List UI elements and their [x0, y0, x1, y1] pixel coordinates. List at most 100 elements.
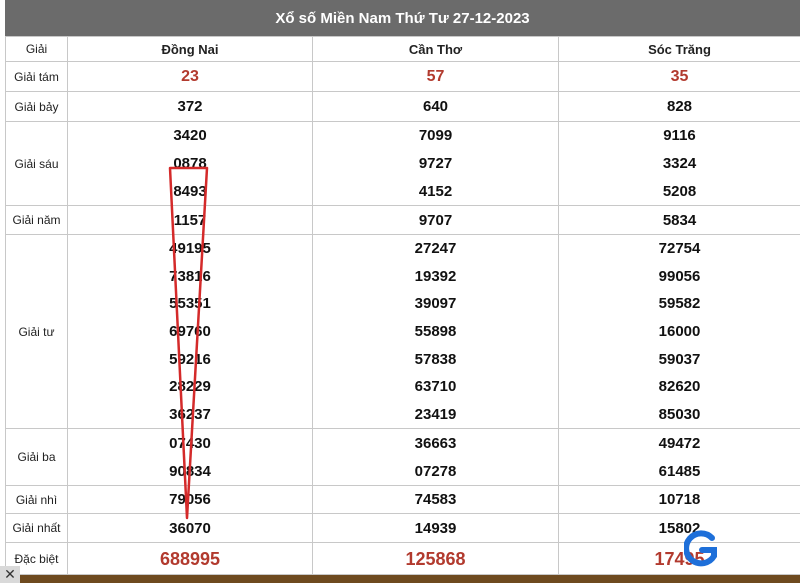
prize-number: 63710 — [414, 378, 457, 396]
prize-number: 74583 — [414, 491, 457, 508]
prize-number: 57838 — [414, 350, 457, 368]
prize-number: 125868 — [405, 548, 466, 569]
g-logo-icon — [684, 530, 717, 567]
prize-number: 72754 — [658, 240, 701, 258]
prize-cell: 3420 0878 8493 — [67, 122, 312, 205]
prize-number: 23419 — [414, 405, 457, 423]
province-header: Cần Thơ — [312, 37, 558, 61]
prize-number: 07430 — [169, 434, 211, 452]
prize-row: Giải tư 49195 73816 55351 69760 59216 28229 362… — [5, 235, 800, 429]
prize-number: 36663 — [414, 434, 457, 452]
prize-label: Giải tư — [5, 235, 67, 428]
prize-label: Giải nhì — [5, 486, 67, 513]
prize-number: 3420 — [173, 127, 207, 145]
prize-cell: 72754 99056 59582 16000 59037 82620 85030 — [558, 235, 800, 428]
prize-number: 9727 — [418, 154, 453, 172]
prize-cell: 74583 — [312, 486, 558, 513]
prize-number: 4152 — [418, 182, 453, 200]
prize-number: 99056 — [658, 267, 701, 285]
prize-number: 82620 — [658, 378, 701, 396]
prize-number: 3324 — [662, 154, 697, 172]
prize-row: Đặc biệt 688995 125868 17495 — [5, 543, 800, 575]
prize-row: Giải năm 1157 9707 5834 — [5, 206, 800, 235]
prize-cell: 49472 61485 — [558, 429, 800, 485]
prize-number: 9116 — [663, 127, 696, 145]
prize-number: 59582 — [658, 295, 701, 313]
close-icon[interactable]: ✕ — [0, 566, 20, 583]
prize-number: 49195 — [169, 240, 211, 258]
prize-cell: 35 — [558, 62, 800, 91]
prize-number: 5834 — [662, 211, 697, 229]
prize-number: 8493 — [173, 182, 207, 200]
prize-label: Giải sáu — [5, 122, 67, 205]
prize-number: 27247 — [414, 240, 457, 258]
prize-number: 39097 — [414, 295, 457, 313]
prize-cell: 36070 — [67, 514, 312, 542]
prize-number: 36237 — [169, 405, 211, 423]
prize-cell: 125868 — [312, 543, 558, 574]
prize-cell: 640 — [312, 92, 558, 121]
prize-row: Giải bảy 372 640 828 — [5, 92, 800, 122]
prize-number: 36070 — [169, 519, 211, 537]
prize-row: Giải nhất 36070 14939 15802 — [5, 514, 800, 543]
prize-label: Giải tám — [5, 62, 67, 91]
prize-cell: 1157 — [67, 206, 312, 234]
province-header: Đồng Nai — [67, 37, 312, 61]
prize-number: 59037 — [658, 350, 701, 368]
prize-label: Giải năm — [5, 206, 67, 234]
prize-cell: 57 — [312, 62, 558, 91]
province-name: Đồng Nai — [161, 41, 219, 57]
prize-cell: 17495 — [558, 543, 800, 574]
prize-number: 828 — [666, 98, 693, 115]
prize-number: 61485 — [658, 462, 701, 480]
prize-number: 85030 — [658, 405, 701, 423]
prize-number: 90834 — [169, 462, 211, 480]
prize-cell: 7099 9727 4152 — [312, 122, 558, 205]
prize-number: 640 — [422, 98, 449, 115]
prize-cell: 372 — [67, 92, 312, 121]
prize-number: 1157 — [173, 211, 207, 229]
prize-number: 79056 — [169, 491, 211, 508]
prize-number: 14939 — [414, 519, 457, 537]
prize-row: Giải sáu 3420 0878 8493 7099 9727 4152 9116 3324… — [5, 122, 800, 206]
prize-row: Giải ba 07430 90834 36663 07278 49472 61485 — [5, 429, 800, 486]
prize-number: 19392 — [414, 267, 457, 285]
prize-cell: 23 — [67, 62, 312, 91]
prize-number: 55351 — [169, 295, 211, 313]
prize-number: 59216 — [169, 350, 211, 368]
prize-number: 372 — [177, 98, 203, 115]
prize-number: 49472 — [658, 434, 701, 452]
prize-number: 0878 — [173, 154, 207, 172]
prize-number: 7099 — [418, 127, 453, 145]
prize-cell: 9116 3324 5208 — [558, 122, 800, 205]
prize-number: 16000 — [658, 322, 701, 340]
prize-cell: 828 — [558, 92, 800, 121]
prize-number: 5208 — [662, 182, 697, 200]
prize-cell: 14939 — [312, 514, 558, 542]
prize-number: 55898 — [414, 322, 457, 340]
prize-number: 23 — [181, 67, 199, 85]
prize-cell: 15802 — [558, 514, 800, 542]
province-name: Cần Thơ — [408, 41, 463, 57]
bottom-bar — [5, 575, 800, 583]
header-row: Giải Đồng Nai Cần Thơ Sóc Trăng — [5, 36, 800, 62]
prize-number: 688995 — [159, 548, 221, 569]
prize-cell: 9707 — [312, 206, 558, 234]
prize-number: 07278 — [414, 462, 457, 480]
prize-cell: 49195 73816 55351 69760 59216 28229 36237 — [67, 235, 312, 428]
prize-cell: 79056 — [67, 486, 312, 513]
prize-label: Giải nhất — [5, 514, 67, 542]
province-header: Sóc Trăng — [558, 37, 800, 61]
prize-number: 57 — [426, 67, 445, 85]
prize-number: 73816 — [169, 267, 211, 285]
prize-cell: 07430 90834 — [67, 429, 312, 485]
header-label: Giải — [5, 37, 67, 61]
prize-cell: 5834 — [558, 206, 800, 234]
prize-number: 9707 — [418, 211, 453, 229]
province-name: Sóc Trăng — [648, 41, 711, 57]
prize-cell: 688995 — [67, 543, 312, 574]
prize-row: Giải tám 23 57 35 — [5, 62, 800, 92]
prize-row: Giải nhì 79056 74583 10718 — [5, 486, 800, 514]
prize-label: Giải ba — [5, 429, 67, 485]
prize-number: 10718 — [658, 491, 701, 508]
